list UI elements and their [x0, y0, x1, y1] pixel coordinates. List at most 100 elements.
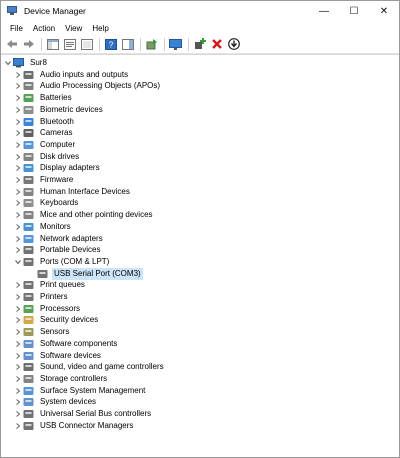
enable-device-button[interactable] [193, 38, 206, 51]
tree-category-row[interactable]: Bluetooth [13, 116, 76, 128]
chevron-right-icon[interactable] [13, 244, 23, 256]
tree-category-row[interactable]: Universal Serial Bus controllers [13, 408, 153, 420]
tree-category-row[interactable]: Security devices [13, 314, 100, 326]
tree-category-row[interactable]: System devices [13, 396, 98, 408]
tree-category-row[interactable]: Software devices [13, 350, 103, 362]
tree-category-row[interactable]: Monitors [13, 221, 73, 233]
chevron-right-icon[interactable] [13, 338, 23, 350]
tree-item-label: Disk drives [40, 151, 80, 161]
chevron-right-icon[interactable] [13, 361, 23, 373]
tree-category-row[interactable]: Audio inputs and outputs [13, 69, 130, 81]
update-driver-button[interactable] [145, 38, 158, 51]
display-adapter-icon [23, 163, 34, 173]
serial-port-icon [37, 269, 48, 279]
tree-item-label: Cameras [40, 128, 73, 138]
tree-root-row[interactable]: Sur8 [3, 57, 49, 69]
chevron-right-icon[interactable] [13, 151, 23, 163]
help-button[interactable]: ? [104, 38, 117, 51]
tree-item-label: Sound, video and game controllers [40, 362, 164, 372]
chevron-right-icon[interactable] [13, 420, 23, 432]
chevron-right-icon[interactable] [13, 279, 23, 291]
monitor-icon [23, 222, 34, 232]
chevron-right-icon[interactable] [13, 197, 23, 209]
chevron-down-icon[interactable] [3, 57, 13, 69]
tree-category-row[interactable]: Processors [13, 303, 82, 315]
chevron-right-icon[interactable] [13, 92, 23, 104]
menu-view[interactable]: View [60, 24, 87, 33]
chevron-right-icon[interactable] [13, 209, 23, 221]
tree-category-row[interactable]: Keyboards [13, 197, 80, 209]
chevron-right-icon[interactable] [13, 408, 23, 420]
chevron-right-icon[interactable] [13, 104, 23, 116]
tree-item-label: Audio inputs and outputs [40, 69, 129, 79]
up-one-level-button[interactable] [63, 38, 76, 51]
tree-category-row[interactable]: Display adapters [13, 162, 102, 174]
chevron-right-icon[interactable] [13, 385, 23, 397]
tree-device-row[interactable]: USB Serial Port (COM3) [27, 267, 143, 280]
back-button[interactable] [5, 38, 18, 51]
menu-file[interactable]: File [5, 24, 28, 33]
tree-category-row[interactable]: USB Connector Managers [13, 420, 135, 432]
chevron-right-icon[interactable] [13, 396, 23, 408]
chevron-right-icon[interactable] [13, 127, 23, 139]
maximize-button[interactable]: ☐ [339, 1, 369, 21]
tree-category-row[interactable]: Storage controllers [13, 373, 109, 385]
scan-hardware-button[interactable] [169, 38, 182, 51]
chevron-right-icon[interactable] [13, 69, 23, 81]
hid-icon [23, 187, 34, 197]
tree-category-row[interactable]: Sound, video and game controllers [13, 361, 166, 373]
chevron-right-icon[interactable] [13, 116, 23, 128]
chevron-right-icon[interactable] [13, 186, 23, 198]
tree-category-row[interactable]: Audio Processing Objects (APOs) [13, 80, 162, 92]
tree-category-row[interactable]: Human Interface Devices [13, 186, 132, 198]
tree-item-label: Batteries [40, 93, 72, 103]
toolbar-separator [41, 37, 42, 51]
tree-category-row[interactable]: Batteries [13, 92, 74, 104]
chevron-right-icon[interactable] [13, 350, 23, 362]
tree-category-row[interactable]: Firmware [13, 174, 75, 186]
chevron-right-icon[interactable] [13, 373, 23, 385]
chevron-right-icon[interactable] [13, 326, 23, 338]
device-manager-icon [7, 6, 19, 16]
tree-category-row[interactable]: Printers [13, 291, 70, 303]
chevron-right-icon[interactable] [13, 233, 23, 245]
chevron-right-icon[interactable] [13, 139, 23, 151]
minimize-button[interactable]: — [309, 1, 339, 21]
tree-category-row[interactable]: Disk drives [13, 151, 81, 163]
menu-bar: File Action View Help [1, 21, 399, 35]
properties-button[interactable] [80, 38, 93, 51]
chevron-right-icon[interactable] [13, 291, 23, 303]
tree-category-row[interactable]: Software components [13, 338, 119, 350]
show-hide-console-tree-button[interactable] [46, 38, 59, 51]
forward-button[interactable] [22, 38, 35, 51]
chevron-right-icon[interactable] [13, 303, 23, 315]
menu-action[interactable]: Action [28, 24, 60, 33]
chevron-right-icon[interactable] [13, 80, 23, 92]
action-pane-button[interactable] [121, 38, 134, 51]
chevron-down-icon[interactable] [13, 256, 23, 268]
uninstall-device-button[interactable] [210, 38, 223, 51]
tree-item-label: Monitors [40, 221, 71, 231]
tree-category-row[interactable]: Network adapters [13, 233, 105, 245]
tree-category-row[interactable]: Mice and other pointing devices [13, 209, 155, 221]
tree-category-row[interactable]: Ports (COM & LPT) [13, 256, 111, 268]
menu-help[interactable]: Help [87, 24, 113, 33]
tree-category-row[interactable]: Portable Devices [13, 244, 102, 256]
tree-category-row[interactable]: Cameras [13, 127, 74, 139]
chevron-right-icon[interactable] [13, 174, 23, 186]
tree-category-row[interactable]: Computer [13, 139, 77, 151]
chevron-right-icon[interactable] [13, 314, 23, 326]
back-arrow-icon [6, 40, 17, 48]
close-button[interactable]: ✕ [369, 1, 399, 21]
chevron-right-icon[interactable] [13, 162, 23, 174]
tree-category-row[interactable]: Print queues [13, 279, 87, 291]
fingerprint-icon [23, 105, 34, 115]
tree-category-row[interactable]: Biometric devices [13, 104, 105, 116]
title-bar[interactable]: Device Manager — ☐ ✕ [1, 1, 399, 21]
disable-device-button[interactable] [227, 38, 240, 51]
chevron-right-icon[interactable] [13, 221, 23, 233]
tree-item-label: Ports (COM & LPT) [40, 256, 110, 266]
tree-category-row[interactable]: Sensors [13, 326, 71, 338]
tree-item-label: Sensors [40, 327, 70, 337]
tree-category-row[interactable]: Surface System Management [13, 385, 147, 397]
